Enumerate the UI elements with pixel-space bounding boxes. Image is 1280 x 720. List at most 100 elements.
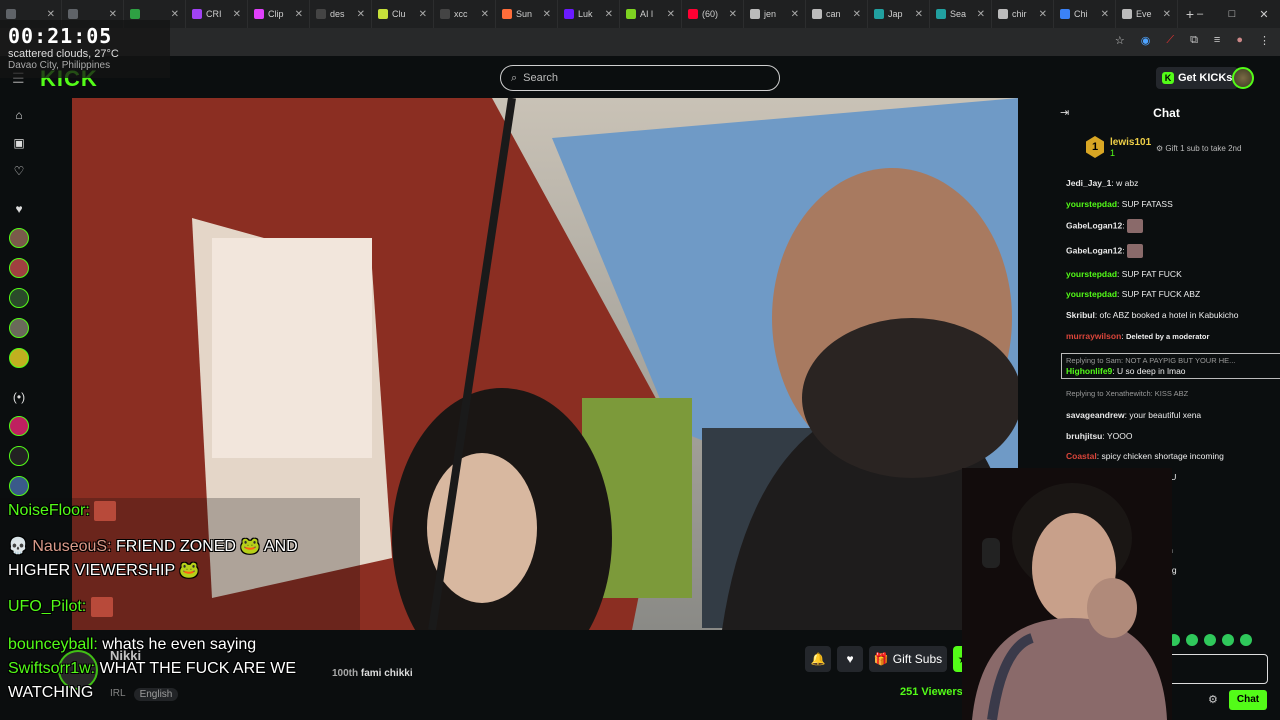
gift-tip[interactable]: ⚙ Gift 1 sub to take 2nd — [1156, 144, 1241, 153]
followed-channel-avatar[interactable] — [9, 318, 29, 338]
profile-avatar-icon[interactable]: ● — [1236, 34, 1243, 47]
recommended-channel-avatar[interactable] — [9, 446, 29, 466]
followed-channel-avatar[interactable] — [9, 288, 29, 308]
clock-time: 00:21:05 — [8, 24, 113, 48]
close-tab-icon[interactable]: ✕ — [233, 9, 241, 20]
browser-tab[interactable]: Eve ✕ — [1116, 0, 1178, 28]
chat-username[interactable]: yourstepdad — [1066, 199, 1117, 209]
puzzle-icon[interactable]: ⧉ — [1190, 34, 1198, 47]
recommended-channel-avatar[interactable] — [9, 416, 29, 436]
top-gifter: 1 lewis101 1 — [1086, 136, 1151, 158]
browser-menu-icon[interactable]: ⋮ — [1259, 34, 1270, 47]
browser-tab[interactable]: Luk ✕ — [558, 0, 620, 28]
bookmark-star-icon[interactable]: ☆ — [1115, 34, 1125, 47]
close-tab-icon[interactable]: ✕ — [915, 9, 923, 20]
chat-username[interactable]: murraywilson — [1066, 331, 1121, 341]
overlay-chat-text: WATCHING — [8, 684, 94, 701]
browser-tab[interactable]: Clip ✕ — [248, 0, 310, 28]
close-tab-icon[interactable]: ✕ — [605, 9, 613, 20]
overlay-clock: 00:21:05 scattered clouds, 27°C Davao Ci… — [0, 20, 170, 78]
browser-tab[interactable]: can ✕ — [806, 0, 868, 28]
chat-username[interactable]: Skribul — [1066, 310, 1095, 320]
browser-tab[interactable]: chir ✕ — [992, 0, 1054, 28]
location-text: Davao City, Philippines — [8, 60, 111, 71]
address-bar[interactable] — [0, 28, 1280, 56]
emote-icon[interactable] — [1222, 634, 1234, 646]
home-icon[interactable]: ⌂ — [10, 106, 28, 124]
browser-tab[interactable]: Jap ✕ — [868, 0, 930, 28]
browse-icon[interactable]: ▣ — [10, 134, 28, 152]
chat-username[interactable]: savageandrew — [1066, 410, 1125, 420]
browser-tab[interactable]: AI l ✕ — [620, 0, 682, 28]
browser-tab[interactable]: CRI ✕ — [186, 0, 248, 28]
chat-message: yourstepdad: SUP FAT FUCK — [1066, 268, 1182, 279]
close-window-button[interactable]: ✕ — [1248, 8, 1280, 21]
chat-send-button[interactable]: Chat — [1229, 690, 1267, 710]
tab-label: Sun — [516, 9, 533, 19]
close-tab-icon[interactable]: ✕ — [543, 9, 551, 20]
follow-heart-button[interactable]: ♥ — [837, 646, 863, 672]
chat-username[interactable]: Coastal — [1066, 451, 1097, 461]
close-tab-icon[interactable]: ✕ — [667, 9, 675, 20]
close-tab-icon[interactable]: ✕ — [853, 9, 861, 20]
search-input[interactable]: ⌕ Search — [500, 65, 780, 91]
reply-context[interactable]: Replying to Sam: NOT A PAYPIG BUT YOUR H… — [1066, 356, 1280, 366]
close-tab-icon[interactable]: ✕ — [295, 9, 303, 20]
browser-tab[interactable]: Sea ✕ — [930, 0, 992, 28]
emote-icon[interactable] — [1186, 634, 1198, 646]
chat-username[interactable]: yourstepdad — [1066, 289, 1117, 299]
close-tab-icon[interactable]: ✕ — [481, 9, 489, 20]
notification-bell-button[interactable]: 🔔 — [805, 646, 831, 672]
followed-channel-avatar[interactable] — [9, 348, 29, 368]
following-heart-icon[interactable]: ♡ — [10, 162, 28, 180]
media-control-icon[interactable]: ≡ — [1214, 34, 1220, 47]
gift-subs-button[interactable]: 🎁 Gift Subs — [869, 646, 947, 672]
close-tab-icon[interactable]: ✕ — [47, 9, 55, 20]
browser-tab[interactable]: jen ✕ — [744, 0, 806, 28]
browser-tab[interactable]: Clu ✕ — [372, 0, 434, 28]
get-kicks-button[interactable]: K Get KICKs — [1156, 67, 1239, 89]
browser-tab[interactable]: xcc ✕ — [434, 0, 496, 28]
emote-icon[interactable] — [1204, 634, 1216, 646]
chat-message: Replying to Xenathewitch: KISS ABZ — [1066, 389, 1276, 399]
gift-icon: 🎁 — [873, 652, 889, 666]
close-tab-icon[interactable]: ✕ — [171, 9, 179, 20]
emote-icon[interactable] — [1240, 634, 1252, 646]
reply-context[interactable]: Replying to Xenathewitch: KISS ABZ — [1066, 389, 1276, 399]
overlay-chat-line: HIGHER VIEWERSHIP 🐸 — [8, 560, 199, 582]
extension-icon[interactable]: ◉ — [1141, 34, 1151, 47]
browser-tab[interactable]: Sun ✕ — [496, 0, 558, 28]
overlay-chat-username: 💀 NauseouS: — [8, 538, 112, 555]
followed-channel-avatar[interactable] — [9, 258, 29, 278]
top-gifter-name[interactable]: lewis101 — [1110, 137, 1151, 148]
close-tab-icon[interactable]: ✕ — [1163, 9, 1171, 20]
browser-tab[interactable]: des ✕ — [310, 0, 372, 28]
user-avatar[interactable] — [1232, 67, 1254, 89]
close-tab-icon[interactable]: ✕ — [729, 9, 737, 20]
chat-username[interactable]: GabeLogan12 — [1066, 245, 1122, 255]
chat-username[interactable]: GabeLogan12 — [1066, 221, 1122, 231]
close-tab-icon[interactable]: ✕ — [109, 9, 117, 20]
followed-channel-avatar[interactable] — [9, 228, 29, 248]
browser-tab[interactable]: Chi ✕ — [1054, 0, 1116, 28]
minimize-button[interactable]: – — [1184, 8, 1216, 20]
chat-text: SUP FAT FUCK — [1121, 268, 1182, 279]
chat-settings-icon[interactable]: ⚙ — [1208, 693, 1218, 706]
browser-tab[interactable]: (60) ✕ — [682, 0, 744, 28]
extension-icon[interactable]: ⟋ — [1166, 34, 1174, 47]
chat-message: murraywilson: Deleted by a moderator — [1066, 330, 1210, 341]
close-tab-icon[interactable]: ✕ — [791, 9, 799, 20]
chat-username[interactable]: yourstepdad — [1066, 269, 1117, 279]
chat-text: YOOO — [1106, 430, 1133, 441]
chat-username[interactable]: Highonlife9 — [1066, 366, 1112, 376]
close-tab-icon[interactable]: ✕ — [357, 9, 365, 20]
chat-username[interactable]: bruhjitsu — [1066, 431, 1102, 441]
close-tab-icon[interactable]: ✕ — [977, 9, 985, 20]
tab-favicon-icon — [936, 9, 946, 19]
close-tab-icon[interactable]: ✕ — [419, 9, 427, 20]
close-tab-icon[interactable]: ✕ — [1039, 9, 1047, 20]
recommended-channel-avatar[interactable] — [9, 476, 29, 496]
close-tab-icon[interactable]: ✕ — [1101, 9, 1109, 20]
maximize-button[interactable]: □ — [1216, 8, 1248, 20]
chat-username[interactable]: Jedi_Jay_1 — [1066, 178, 1111, 188]
